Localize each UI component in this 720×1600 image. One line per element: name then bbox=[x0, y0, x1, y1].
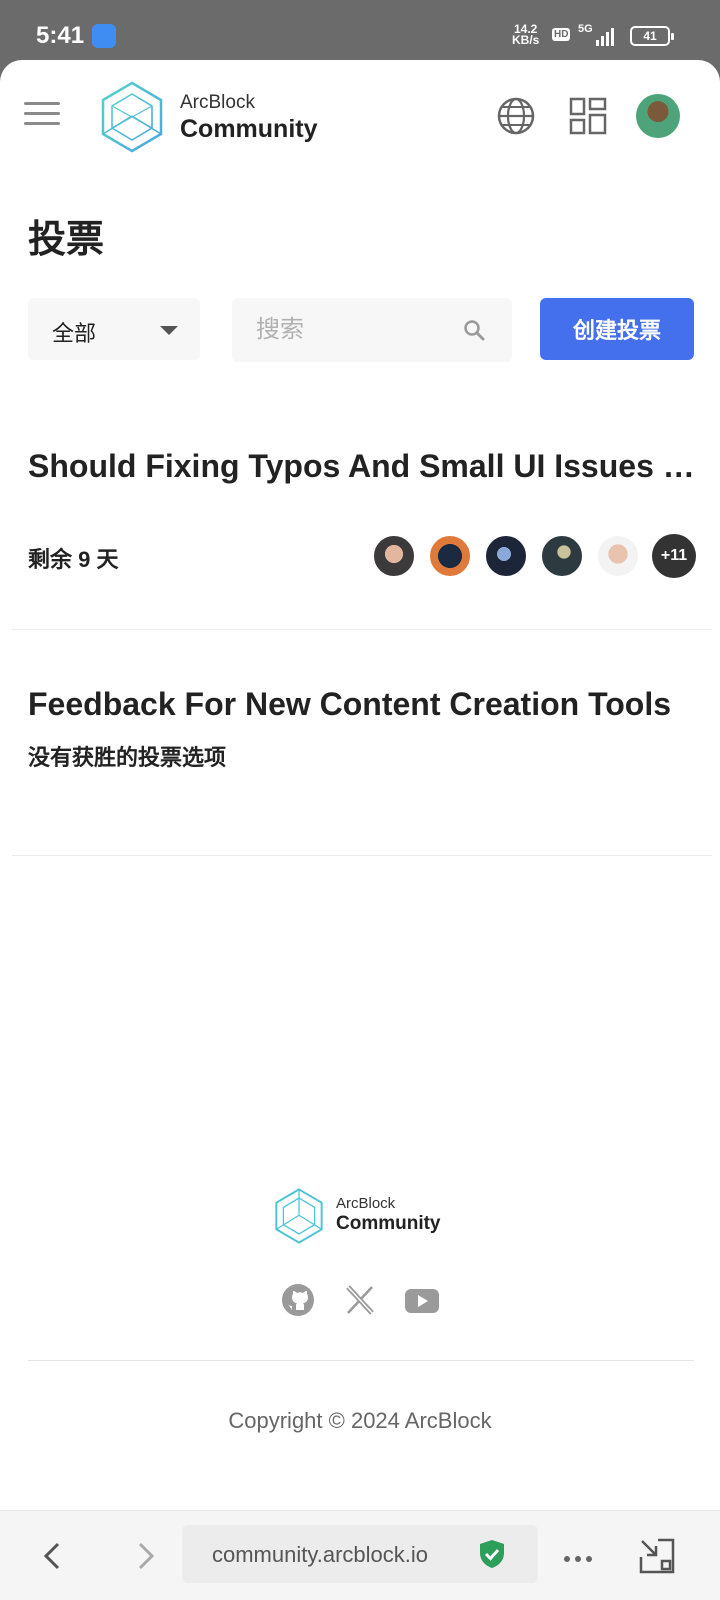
logo-text-brand: ArcBlock bbox=[180, 92, 255, 113]
voter-more-count: +11 bbox=[652, 534, 696, 578]
poll-list-item[interactable]: Feedback For New Content Creation Tools … bbox=[12, 630, 712, 856]
page-title: 投票 bbox=[28, 219, 105, 261]
search-icon[interactable] bbox=[462, 318, 486, 342]
poll-result-status: 没有获胜的投票选项 bbox=[28, 745, 227, 770]
footer-divider bbox=[28, 1360, 694, 1361]
browser-toolbar: community.arcblock.io bbox=[0, 1510, 720, 1600]
poll-title[interactable]: Should Fixing Typos And Small UI Issues … bbox=[28, 448, 708, 485]
more-options-icon[interactable] bbox=[564, 1549, 600, 1562]
voter-avatar bbox=[428, 534, 472, 578]
copyright-text: Copyright © 2024 ArcBlock bbox=[228, 1408, 492, 1433]
logo-text-brand: ArcBlock bbox=[336, 1195, 396, 1212]
signal-icon bbox=[596, 26, 614, 46]
minimize-window-icon[interactable] bbox=[638, 1537, 676, 1575]
voter-avatar bbox=[596, 534, 640, 578]
site-logo[interactable]: ArcBlock Community bbox=[100, 80, 320, 154]
forward-arrow-icon[interactable] bbox=[130, 1541, 160, 1571]
battery-icon: 41 bbox=[630, 26, 674, 46]
youtube-icon[interactable] bbox=[404, 1282, 440, 1318]
url-bar[interactable]: community.arcblock.io bbox=[182, 1525, 538, 1583]
back-arrow-icon[interactable] bbox=[38, 1541, 68, 1571]
network-speed-unit: KB/s bbox=[512, 33, 540, 47]
voter-avatar bbox=[372, 534, 416, 578]
poll-title[interactable]: Feedback For New Content Creation Tools bbox=[28, 686, 708, 723]
footer-logo[interactable]: ArcBlock Community bbox=[274, 1187, 454, 1247]
x-icon[interactable] bbox=[342, 1282, 378, 1318]
search-box bbox=[232, 298, 512, 362]
network-type: 5G bbox=[578, 23, 593, 35]
globe-icon[interactable] bbox=[496, 96, 536, 136]
header: ArcBlock Community bbox=[0, 60, 720, 170]
logo-text-product: Community bbox=[336, 1213, 441, 1234]
secure-shield-icon bbox=[480, 1540, 504, 1568]
poll-remaining-time: 剩余 9 天 bbox=[28, 547, 119, 572]
network-speed: 14.2 KB/s bbox=[512, 23, 540, 47]
github-icon[interactable] bbox=[280, 1282, 316, 1318]
url-text: community.arcblock.io bbox=[212, 1542, 428, 1567]
poll-list-item[interactable]: Should Fixing Typos And Small UI Issues … bbox=[12, 390, 712, 630]
logo-text-product: Community bbox=[180, 115, 318, 143]
logo-cube-icon bbox=[275, 1188, 323, 1244]
status-time: 5:41 bbox=[36, 22, 85, 49]
filter-selected-value: 全部 bbox=[52, 321, 97, 346]
menu-icon[interactable] bbox=[24, 102, 60, 128]
voter-avatar bbox=[484, 534, 528, 578]
logo-cube-icon bbox=[101, 81, 163, 153]
poll-filter-select[interactable]: 全部 bbox=[28, 298, 200, 360]
chevron-down-icon bbox=[160, 326, 178, 335]
apps-grid-icon[interactable] bbox=[568, 96, 608, 136]
voter-avatar bbox=[540, 534, 584, 578]
app-notification-icon bbox=[92, 24, 116, 48]
user-avatar[interactable] bbox=[636, 94, 680, 138]
page-content: ArcBlock Community 投票 全部 搜索 创建投票 Should … bbox=[0, 60, 720, 1510]
hd-badge: HD bbox=[552, 28, 571, 41]
create-poll-button[interactable]: 创建投票 bbox=[540, 298, 694, 360]
